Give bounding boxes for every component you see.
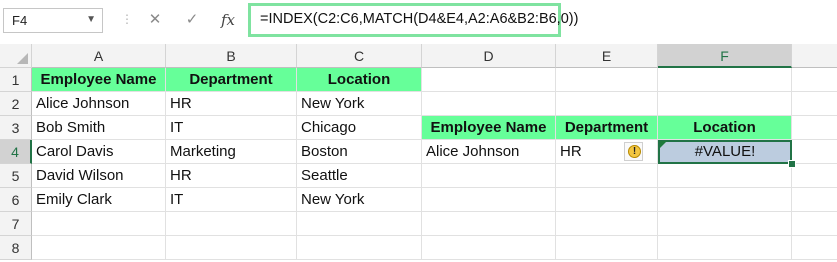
close-icon[interactable]: ✕ [144, 9, 166, 31]
cell-d7[interactable] [422, 212, 556, 236]
column-header-f[interactable]: F [658, 44, 792, 68]
error-triangle-indicator [660, 141, 667, 148]
cell-d5[interactable] [422, 164, 556, 188]
cell-e7[interactable] [556, 212, 658, 236]
row-header-3[interactable]: 3 [0, 116, 32, 140]
cell-c3[interactable]: Chicago [297, 116, 422, 140]
cell-e2[interactable] [556, 92, 658, 116]
cell-b5[interactable]: HR [166, 164, 297, 188]
warning-icon: ! [628, 145, 641, 158]
cell-b1[interactable]: Department [166, 68, 297, 92]
cell-c8[interactable] [297, 236, 422, 260]
cell-e8[interactable] [556, 236, 658, 260]
cell-c2[interactable]: New York [297, 92, 422, 116]
fx-icon[interactable]: fx [217, 9, 239, 31]
cell-d4[interactable]: Alice Johnson [422, 140, 556, 164]
cell-g4[interactable] [792, 140, 837, 164]
row-header-5[interactable]: 5 [0, 164, 32, 188]
cell-f5[interactable] [658, 164, 792, 188]
fill-handle[interactable] [788, 160, 796, 168]
row-header-2[interactable]: 2 [0, 92, 32, 116]
formula-text: =INDEX(C2:C6,MATCH(D4&E4,A2:A6&B2:B6,0)) [260, 11, 579, 27]
cell-f1[interactable] [658, 68, 792, 92]
column-header-e[interactable]: E [556, 44, 658, 68]
cell-f2[interactable] [658, 92, 792, 116]
column-header-next[interactable] [792, 44, 837, 68]
cell-a7[interactable] [32, 212, 166, 236]
cell-e6[interactable] [556, 188, 658, 212]
cell-e3[interactable]: Department [556, 116, 658, 140]
cell-d8[interactable] [422, 236, 556, 260]
row-header-7[interactable]: 7 [0, 212, 32, 236]
cell-f3[interactable]: Location [658, 116, 792, 140]
cell-g6[interactable] [792, 188, 837, 212]
formula-bar: F4 ▼ ⋮ ✕ ✓ fx =INDEX(C2:C6,MATCH(D4&E4,A… [0, 0, 837, 45]
cell-g2[interactable] [792, 92, 837, 116]
formula-input[interactable]: =INDEX(C2:C6,MATCH(D4&E4,A2:A6&B2:B6,0)) [248, 3, 578, 37]
column-header-c[interactable]: C [297, 44, 422, 68]
cell-a4[interactable]: Carol Davis [32, 140, 166, 164]
row-header-6[interactable]: 6 [0, 188, 32, 212]
cell-f6[interactable] [658, 188, 792, 212]
cell-b2[interactable]: HR [166, 92, 297, 116]
chevron-down-icon[interactable]: ▼ [86, 14, 96, 25]
cell-c7[interactable] [297, 212, 422, 236]
cell-g8[interactable] [792, 236, 837, 260]
cell-b7[interactable] [166, 212, 297, 236]
cell-b4[interactable]: Marketing [166, 140, 297, 164]
cell-a8[interactable] [32, 236, 166, 260]
cell-g7[interactable] [792, 212, 837, 236]
select-all-corner[interactable] [0, 44, 32, 68]
cell-c5[interactable]: Seattle [297, 164, 422, 188]
cell-c1[interactable]: Location [297, 68, 422, 92]
error-options-button[interactable]: ! [624, 142, 643, 161]
name-box[interactable]: F4 ▼ [3, 8, 103, 33]
row-header-1[interactable]: 1 [0, 68, 32, 92]
cell-e1[interactable] [556, 68, 658, 92]
cell-g1[interactable] [792, 68, 837, 92]
column-header-b[interactable]: B [166, 44, 297, 68]
cell-g5[interactable] [792, 164, 837, 188]
column-header-d[interactable]: D [422, 44, 556, 68]
cell-g3[interactable] [792, 116, 837, 140]
select-all-icon [17, 53, 28, 64]
cell-c4[interactable]: Boston [297, 140, 422, 164]
spreadsheet-grid: A B C D E F 1 2 3 4 5 6 7 8 Employee Nam… [0, 44, 837, 262]
row-header-4[interactable]: 4 [0, 140, 32, 164]
name-box-value: F4 [12, 13, 28, 28]
separator-dots-icon: ⋮ [121, 12, 133, 26]
cell-f7[interactable] [658, 212, 792, 236]
cell-a6[interactable]: Emily Clark [32, 188, 166, 212]
cell-e5[interactable] [556, 164, 658, 188]
checkmark-icon[interactable]: ✓ [181, 9, 203, 31]
row-header-8[interactable]: 8 [0, 236, 32, 260]
cell-a1[interactable]: Employee Name [32, 68, 166, 92]
cell-d1[interactable] [422, 68, 556, 92]
cell-f8[interactable] [658, 236, 792, 260]
cell-b6[interactable]: IT [166, 188, 297, 212]
cell-a5[interactable]: David Wilson [32, 164, 166, 188]
cell-d6[interactable] [422, 188, 556, 212]
cell-f4-active[interactable]: #VALUE! [658, 140, 792, 164]
column-header-a[interactable]: A [32, 44, 166, 68]
cell-a2[interactable]: Alice Johnson [32, 92, 166, 116]
cell-d3[interactable]: Employee Name [422, 116, 556, 140]
cell-c6[interactable]: New York [297, 188, 422, 212]
cell-d2[interactable] [422, 92, 556, 116]
cell-b3[interactable]: IT [166, 116, 297, 140]
cell-a3[interactable]: Bob Smith [32, 116, 166, 140]
cell-b8[interactable] [166, 236, 297, 260]
